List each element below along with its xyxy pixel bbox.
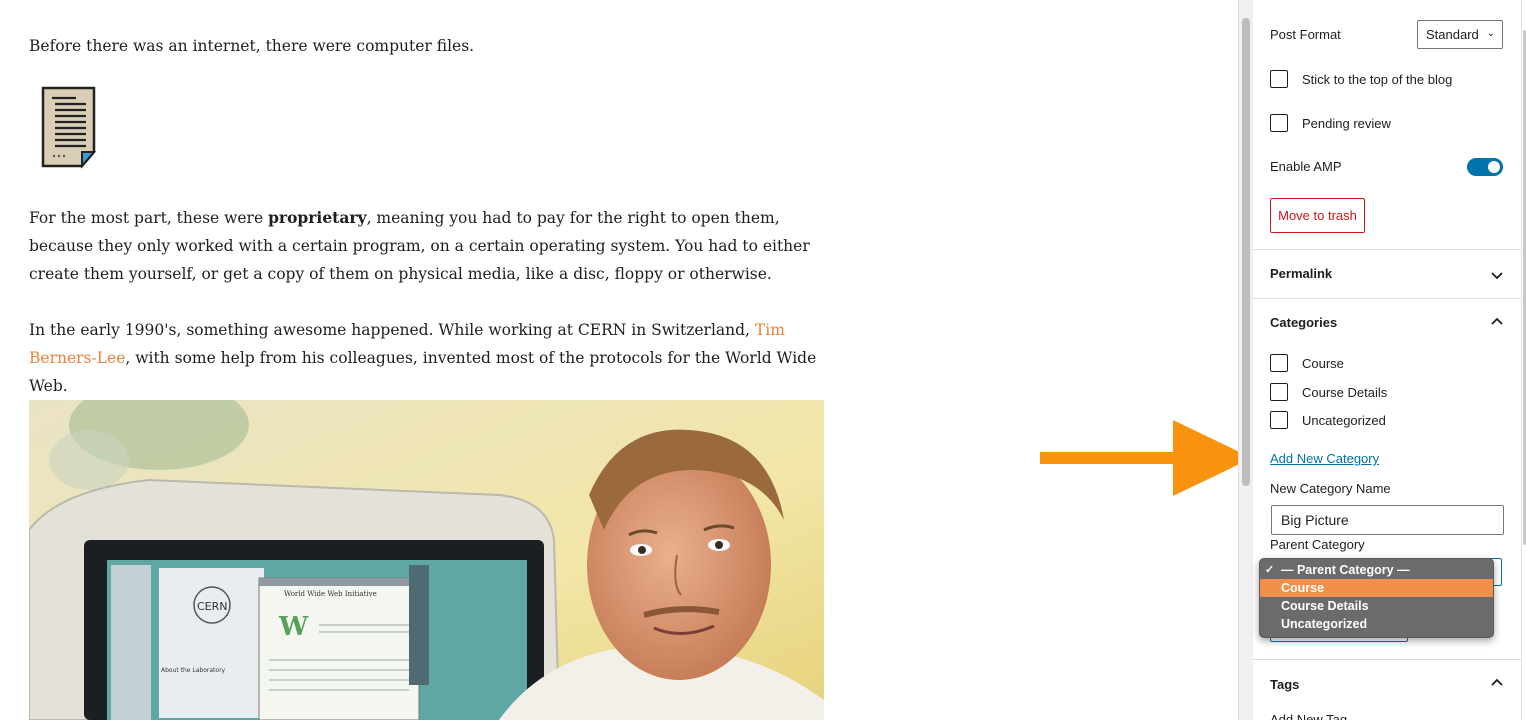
paragraph-cern[interactable]: In the early 1990's, something awesome h… <box>29 316 829 400</box>
parent-category-label: Parent Category <box>1270 537 1365 552</box>
pending-review-checkbox[interactable] <box>1270 114 1288 132</box>
category-checkbox[interactable] <box>1270 411 1288 429</box>
orange-arrow-annotation <box>1040 420 1238 496</box>
dropdown-option-course-details[interactable]: Course Details <box>1260 597 1493 615</box>
paragraph-intro[interactable]: Before there was an internet, there were… <box>29 32 829 60</box>
pending-review-label: Pending review <box>1302 115 1391 131</box>
stick-to-top-label: Stick to the top of the blog <box>1302 71 1453 87</box>
post-format-value: Standard <box>1426 27 1479 42</box>
categories-panel-title[interactable]: Categories <box>1270 315 1337 330</box>
stick-to-top-checkbox[interactable] <box>1270 70 1288 88</box>
dropdown-option-uncategorized[interactable]: Uncategorized <box>1260 615 1493 633</box>
photo-www-text: World Wide Web Initiative <box>284 590 377 598</box>
category-label: Course Details <box>1302 384 1388 400</box>
new-category-name-label: New Category Name <box>1270 481 1391 496</box>
editor-canvas: Before there was an internet, there were… <box>0 0 1238 720</box>
tags-add-new-label: Add New Tag <box>1270 712 1348 720</box>
chevron-down-icon: ⌄ <box>1486 28 1495 39</box>
photo-cern-text: CERN <box>197 600 228 613</box>
editor-scrollbar-thumb[interactable] <box>1242 18 1250 486</box>
chevron-up-icon[interactable] <box>1490 676 1504 690</box>
category-item-course-details[interactable]: Course Details <box>1270 383 1505 401</box>
sidebar-scrollbar[interactable] <box>1521 0 1526 720</box>
stick-to-top-option[interactable]: Stick to the top of the blog <box>1270 70 1505 88</box>
tim-berners-lee-photo[interactable]: CERN World Wide Web Initiative W About t… <box>29 400 824 720</box>
category-checkbox[interactable] <box>1270 383 1288 401</box>
photo-w-logo: W <box>278 612 309 642</box>
category-item-course[interactable]: Course <box>1270 354 1505 372</box>
chevron-down-icon[interactable] <box>1490 268 1504 282</box>
document-icon <box>41 86 97 169</box>
new-category-name-input[interactable]: Big Picture <box>1271 505 1504 535</box>
enable-amp-toggle[interactable] <box>1467 158 1503 176</box>
post-format-select[interactable]: Standard ⌄ <box>1417 20 1503 49</box>
divider <box>1253 298 1522 299</box>
category-item-uncategorized[interactable]: Uncategorized <box>1270 411 1505 429</box>
dropdown-option-course[interactable]: Course <box>1260 579 1493 597</box>
photo-about-text: About the Laboratory <box>161 667 226 674</box>
pending-review-option[interactable]: Pending review <box>1270 114 1505 132</box>
chevron-up-icon[interactable] <box>1490 315 1504 329</box>
toggle-knob <box>1488 161 1500 173</box>
bold-proprietary: proprietary <box>268 208 367 227</box>
dropdown-option-parent-category[interactable]: — Parent Category — <box>1260 561 1493 579</box>
divider <box>1253 659 1522 660</box>
editor-scrollbar[interactable] <box>1238 0 1253 720</box>
category-label: Uncategorized <box>1302 412 1386 428</box>
paragraph-proprietary[interactable]: For the most part, these were proprietar… <box>29 204 829 288</box>
category-label: Course <box>1302 355 1344 371</box>
category-checkbox[interactable] <box>1270 354 1288 372</box>
add-new-category-link[interactable]: Add New Category <box>1270 451 1379 466</box>
divider <box>1253 249 1522 250</box>
parent-category-dropdown-menu[interactable]: — Parent Category — Course Course Detail… <box>1259 558 1494 638</box>
move-to-trash-button[interactable]: Move to trash <box>1270 198 1365 233</box>
permalink-panel-title[interactable]: Permalink <box>1270 266 1332 281</box>
tags-panel-title[interactable]: Tags <box>1270 677 1299 692</box>
